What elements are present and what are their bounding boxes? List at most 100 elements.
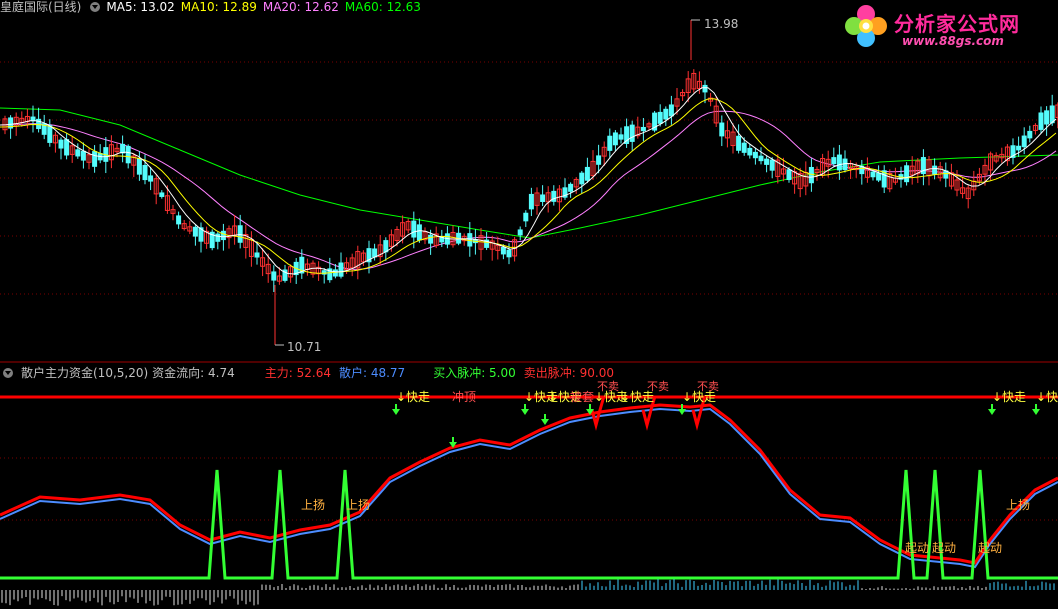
down-arrow-icon — [392, 409, 400, 415]
candle-body — [612, 132, 618, 146]
retail-value: 散户: 48.77 — [338, 366, 406, 380]
signal-rise: 上扬 — [346, 498, 371, 512]
candle-body — [808, 166, 814, 184]
candle-body — [657, 111, 663, 124]
site-logo[interactable]: 分析家公式网 www.88gs.com — [844, 4, 1052, 52]
buy-pulse-value: 买入脉冲: 5.00 — [433, 366, 516, 380]
low-price-label: 10.71 — [287, 340, 322, 354]
candle-body — [876, 172, 882, 181]
down-arrow-icon — [541, 419, 549, 425]
candle-body — [741, 142, 747, 153]
collapse-icon[interactable] — [90, 1, 101, 12]
candle-body — [411, 220, 417, 238]
signal-fast-exit: ↓快走 — [992, 390, 1027, 404]
candle-body — [932, 165, 938, 175]
signal-not-sell: 不卖 — [647, 380, 669, 393]
candle-body — [159, 192, 165, 197]
candle-body — [64, 139, 70, 156]
ma5-value: MA5: 13.02 — [106, 0, 175, 14]
signal-fast-exit: ↓快走 — [1036, 390, 1058, 404]
candle-body — [220, 230, 226, 241]
candle-body — [338, 262, 344, 277]
collapse-icon[interactable] — [3, 367, 13, 378]
candle-body — [747, 147, 753, 156]
ma10-value: MA10: 12.89 — [180, 0, 257, 14]
candle-body — [663, 108, 669, 120]
logo-url: www.88gs.com — [902, 34, 1004, 48]
candle-body — [943, 170, 949, 179]
indicator-header: 散户主力资金(10,5,20) 资金流向: 4.74 主力: 52.64 散户: 48… — [0, 365, 622, 381]
candle-body — [568, 183, 574, 192]
main-force-line — [0, 403, 1058, 565]
candle-body — [758, 155, 764, 162]
candle-body — [836, 154, 842, 171]
candle-body — [47, 125, 53, 143]
candle-body — [1027, 130, 1033, 139]
candle-body — [416, 224, 422, 241]
candle-body — [629, 124, 635, 142]
candle-body — [176, 215, 182, 225]
candle-body — [58, 139, 64, 149]
price-grid — [0, 61, 1058, 521]
ma20-value: MA20: 12.62 — [262, 0, 339, 14]
candle-body — [372, 248, 378, 258]
candle-body — [192, 226, 198, 237]
candle-body — [148, 175, 154, 182]
candle-body — [904, 165, 910, 183]
candle-body — [92, 151, 98, 167]
candle-body — [596, 155, 602, 165]
signal-start: 起动 — [978, 541, 1003, 555]
candle-body — [428, 234, 434, 244]
candle-body — [254, 252, 260, 258]
candle-body — [136, 158, 142, 175]
signal-start: 起动 — [905, 541, 930, 555]
candle-body — [506, 249, 512, 258]
candle-body — [764, 158, 770, 165]
candle-body — [786, 169, 792, 181]
candle-body — [30, 116, 36, 122]
ma60-path — [0, 107, 1058, 239]
down-arrow-icon — [988, 409, 996, 415]
candle-body — [752, 151, 758, 159]
fund-flow-value: 资金流向: 4.74 — [152, 366, 235, 380]
signal-rise: 上扬 — [1006, 498, 1031, 512]
candle-body — [607, 135, 613, 151]
signal-rush-top: 冲顶 — [452, 390, 477, 404]
candle-body — [769, 159, 775, 171]
candle-body — [75, 149, 81, 157]
flower-logo-icon — [845, 5, 887, 47]
candlesticks — [2, 19, 1058, 346]
candle-body — [271, 271, 277, 281]
candle-body — [215, 233, 221, 242]
indicator-name[interactable]: 散户主力资金(10,5,20) — [21, 366, 148, 380]
candle-body — [551, 190, 557, 202]
signal-start: 起动 — [932, 541, 957, 555]
candle-body — [125, 145, 131, 164]
candle-body — [702, 84, 708, 93]
candle-body — [467, 233, 473, 247]
logo-brand: 分析家公式网 — [894, 12, 1020, 36]
indicator-panel — [0, 395, 1058, 606]
candle-body — [640, 126, 646, 132]
candle-body — [528, 193, 534, 210]
candle-body — [584, 166, 590, 181]
candle-body — [383, 240, 389, 253]
candle-body — [579, 172, 585, 185]
candle-body — [1038, 112, 1044, 130]
stock-title[interactable]: 皇庭国际(日线) — [0, 0, 81, 14]
signal-not-sell: 不卖 — [697, 380, 719, 393]
candle-body — [80, 150, 86, 161]
signal-rise: 上扬 — [301, 498, 326, 512]
candle-body — [540, 194, 546, 202]
candle-body — [120, 143, 126, 154]
candle-body — [332, 269, 338, 277]
candle-body — [1021, 135, 1027, 148]
main-chart-header: 皇庭国际(日线) MA5: 13.02 MA10: 12.89 MA20: 12.62… — [0, 0, 427, 14]
main-force-value: 主力: 52.64 — [264, 366, 331, 380]
high-price-label: 13.98 — [704, 17, 739, 31]
candle-body — [1049, 105, 1055, 124]
chart-canvas[interactable] — [0, 0, 1058, 609]
ma60-line — [0, 107, 1058, 239]
candle-body — [719, 122, 725, 137]
ma60-value: MA60: 12.63 — [344, 0, 421, 14]
